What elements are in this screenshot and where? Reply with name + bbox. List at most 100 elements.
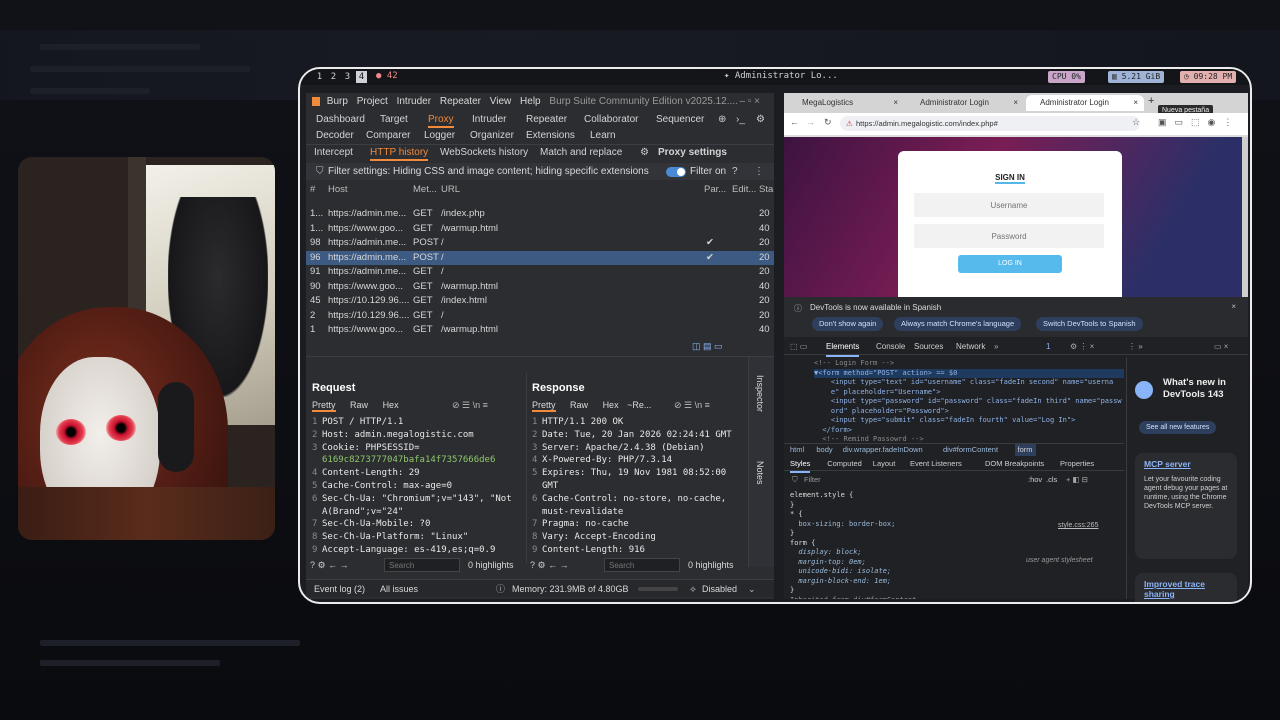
styles-filter-input[interactable]: Filter [804,473,821,487]
styles-rules[interactable]: element.style {} * { box-sizing: border-b… [790,491,1120,599]
window-controls[interactable]: – ▫ × [739,96,760,107]
table-row[interactable]: 91 https://admin.me... GET / 20 [306,265,774,280]
menu-help[interactable]: Help [520,96,541,107]
breadcrumb-item[interactable]: body [816,444,832,456]
dom-node[interactable]: <input type="text" id="username" class="… [814,378,1124,388]
trace-sharing-title[interactable]: Improved trace sharing [1144,579,1228,599]
response-mode-raw[interactable]: Raw [570,400,588,410]
terminal-icon[interactable]: ›_ [736,112,745,128]
help-icon[interactable]: ? ⚙ ← → [310,560,349,570]
page-scrollbar[interactable] [1242,137,1248,297]
username-input[interactable] [914,193,1104,217]
close-icon[interactable]: × [1231,302,1236,311]
col-url[interactable]: URL [441,183,460,197]
more-tabs-icon[interactable]: » [994,339,998,355]
devtools-settings-icons[interactable]: ⚙ ⋮ × [1070,339,1094,355]
response-toolbar-icons[interactable]: ⊘ ☰ \n ≡ [674,400,710,411]
extension-icons[interactable]: ▣▭⬚◉⋮ [1158,117,1240,128]
style-source-link[interactable]: style.css:265 [1058,522,1098,529]
close-icon[interactable]: × [893,95,898,111]
subtab-intercept[interactable]: Intercept [314,145,353,161]
table-row[interactable]: 1... https://admin.me... GET/index.php 20 [306,207,774,222]
tab-network[interactable]: Network [956,339,985,355]
tab-decoder[interactable]: Decoder [316,128,354,144]
issues-counter[interactable]: 1 [1046,339,1050,355]
table-row[interactable]: 2 https://10.129.96.... GET / 20 [306,309,774,324]
table-row[interactable]: 96 https://admin.me... POST / ✔ 20 [306,250,774,265]
filter-toggle[interactable] [666,167,686,177]
tab-megalogistics[interactable]: MegaLogistics × [788,95,904,111]
table-row[interactable]: 98 https://admin.me... POST / ✔ 20 [306,236,774,251]
table-row[interactable]: 90 https://www.goo... GET/warmup.html 40 [306,280,774,295]
proxy-settings-button[interactable]: Proxy settings [658,145,727,161]
help-icon[interactable]: ? [732,163,738,180]
col-status[interactable]: Sta [759,183,773,197]
all-issues-link[interactable]: All issues [380,580,418,598]
styles-tab[interactable]: Computed [827,457,862,471]
breadcrumb-item[interactable]: form [1014,444,1036,456]
col-number[interactable]: # [310,183,315,197]
menu-project[interactable]: Project [357,96,388,107]
filter-settings-text[interactable]: Filter settings: Hiding CSS and image co… [328,163,649,180]
tab-collaborator[interactable]: Collaborator [584,112,638,128]
tab-learn[interactable]: Learn [590,128,616,144]
request-mode-hex[interactable]: Hex [383,400,399,410]
request-mode-raw[interactable]: Raw [350,400,368,410]
close-icon[interactable]: × [1133,95,1138,111]
dom-node[interactable]: </form> [814,426,1124,436]
tab-console[interactable]: Console [876,339,905,355]
mcp-server-card[interactable]: MCP server Let your favourite coding age… [1135,453,1237,559]
see-all-features-button[interactable]: See all new features [1139,421,1217,434]
globe-icon[interactable]: ⊕ [718,112,726,128]
cls-toggle[interactable]: .cls [1046,473,1057,487]
tab-comparer[interactable]: Comparer [366,128,410,144]
response-mode-hex[interactable]: Hex [603,400,619,410]
styles-tab[interactable]: DOM Breakpoints [985,457,1044,471]
reload-icon[interactable]: ↻ [824,117,832,128]
request-mode-pretty[interactable]: Pretty [312,400,336,412]
new-tab-button[interactable]: + [1148,95,1154,107]
password-input[interactable] [914,224,1104,248]
task-status[interactable]: Disabled [702,580,737,598]
menu-burp[interactable]: Burp [327,96,348,107]
whatsnew-header-icons[interactable]: ⋮ » [1128,339,1143,355]
menu-repeater[interactable]: Repeater [440,96,481,107]
tab-extensions[interactable]: Extensions [526,128,575,144]
col-host[interactable]: Host [328,183,348,197]
bookmark-star-icon[interactable]: ☆ [1132,117,1140,128]
dom-node[interactable]: <input type="submit" class="fadeIn fourt… [814,416,1124,426]
tab-sequencer[interactable]: Sequencer [656,112,704,128]
tab-target[interactable]: Target [380,112,408,128]
workspace-1[interactable]: 1 [314,71,325,83]
col-edited[interactable]: Edit... [732,183,756,197]
tab-administrator-login-2[interactable]: Administrator Login × [1026,95,1144,111]
more-options-icon[interactable]: ⋮ [754,163,764,180]
menu-intruder[interactable]: Intruder [397,96,431,107]
address-bar[interactable]: ⚠ https://admin.megalogistic.com/index.ph… [840,116,1140,131]
styles-tab[interactable]: Styles [790,457,811,473]
dom-node[interactable]: <input type="password" id="password" cla… [814,397,1124,407]
trace-sharing-card[interactable]: Improved trace sharing [1135,573,1237,602]
subtab-http-history[interactable]: HTTP history [370,145,429,161]
dom-node[interactable]: ▼<form method="POST" action> == $0 [814,368,1124,378]
dom-node[interactable]: ord" placeholder="Password"> [814,407,1124,417]
settings-gear-icon[interactable]: ⚙ [756,112,765,128]
styles-tab[interactable]: Event Listeners [910,457,962,471]
help-icon[interactable]: ? ⚙ ← → [530,560,569,570]
styles-tab[interactable]: Layout [873,457,896,471]
tab-repeater[interactable]: Repeater [526,112,567,128]
notes-tab[interactable]: Notes [755,461,765,485]
tab-logger[interactable]: Logger [424,128,455,144]
back-icon[interactable]: ← [790,117,799,127]
dom-node[interactable]: <!-- Remind Passowrd --> [814,435,1124,443]
match-language-button[interactable]: Always match Chrome's language [894,317,1022,331]
tab-administrator-login-1[interactable]: Administrator Login × [906,95,1024,111]
response-search-input[interactable] [604,558,680,572]
dom-tree[interactable]: <!-- Login Form --> ▼<form method="POST" … [814,359,1124,443]
filter-bar[interactable]: ⛉ Filter settings: Hiding CSS and image … [306,163,774,180]
proxy-settings-icon[interactable]: ⚙ [640,145,649,161]
dom-node[interactable]: <!-- Login Form --> [814,359,1124,369]
table-row[interactable]: 1 https://www.goo... GET/warmup.html 40 [306,323,774,338]
close-icon[interactable]: × [1013,95,1018,111]
workspace-2[interactable]: 2 [328,71,339,83]
